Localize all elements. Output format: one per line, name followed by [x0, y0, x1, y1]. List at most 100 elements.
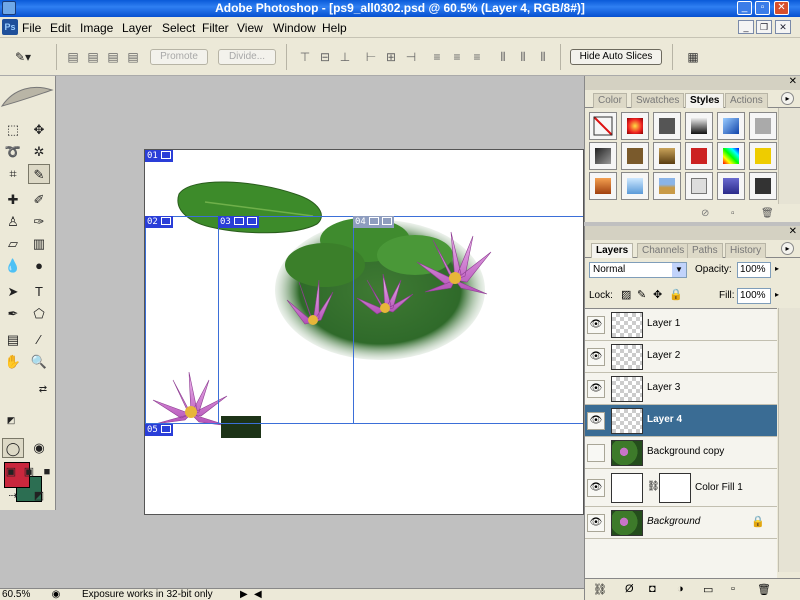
blend-mode-select[interactable]: Normal ▼ — [589, 262, 687, 278]
tab-styles[interactable]: Styles — [685, 93, 725, 108]
menu-image[interactable]: Image — [80, 21, 113, 35]
send-backward-icon[interactable]: ▤ — [104, 49, 122, 65]
distribute-top-icon[interactable]: ≡ — [428, 49, 446, 65]
palette-close-icon[interactable]: ✕ — [789, 226, 797, 237]
menu-file[interactable]: File — [22, 21, 41, 35]
feather-icon[interactable] — [0, 80, 54, 112]
adjustment-layer-icon[interactable]: ◑ — [677, 583, 684, 595]
slice-03-tag[interactable]: 03 — [218, 216, 259, 228]
tab-channels[interactable]: Channels — [637, 243, 690, 258]
layer-row[interactable]: 👁 ⛓ Color Fill 1 — [585, 469, 777, 507]
chain-link-icon[interactable]: ⛓ — [647, 481, 660, 492]
style-none[interactable] — [589, 112, 617, 140]
lasso-tool-icon[interactable]: ➰ — [2, 142, 24, 162]
zoom-level[interactable]: 60.5% — [2, 589, 30, 600]
slice-02-tag[interactable]: 02 — [145, 216, 173, 228]
layer-row[interactable]: · Background copy — [585, 437, 777, 469]
menu-edit[interactable]: Edit — [50, 21, 71, 35]
lock-transparency-icon[interactable]: ▨ — [621, 288, 631, 301]
jump-to-imageready-icon[interactable]: ⇢ — [2, 486, 24, 506]
layers-scrollbar[interactable] — [778, 308, 800, 572]
align-bottom-icon[interactable]: ⊥ — [336, 49, 354, 65]
doc-close-button[interactable]: ✕ — [775, 20, 791, 34]
layer-style-icon[interactable]: Ø — [625, 583, 634, 595]
history-brush-tool-icon[interactable]: ✑ — [28, 212, 50, 232]
menu-select[interactable]: Select — [162, 21, 195, 35]
style-swatch[interactable] — [621, 112, 649, 140]
menu-window[interactable]: Window — [273, 21, 316, 35]
shape-tool-icon[interactable]: ⬠ — [28, 304, 50, 324]
layer-mask-thumbnail[interactable] — [659, 473, 691, 503]
path-selection-tool-icon[interactable]: ➤ — [2, 282, 24, 302]
promote-button[interactable]: Promote — [150, 49, 208, 65]
clear-style-icon[interactable]: ⊘ — [701, 208, 709, 219]
jump-to-imageready-icon-2[interactable]: ◩ — [28, 486, 50, 506]
dodge-tool-icon[interactable]: ● — [28, 256, 50, 276]
fill-arrow-icon[interactable]: ▸ — [775, 290, 779, 299]
palette-menu-icon[interactable]: ▸ — [781, 242, 794, 255]
align-hcenter-icon[interactable]: ⊞ — [382, 49, 400, 65]
eyedropper-tool-icon[interactable]: ⁄ — [28, 330, 50, 350]
style-swatch[interactable] — [589, 172, 617, 200]
hand-tool-icon[interactable]: ✋ — [2, 352, 24, 372]
tab-actions[interactable]: Actions — [725, 93, 768, 108]
doc-restore-button[interactable]: ❐ — [756, 20, 772, 34]
distribute-bottom-icon[interactable]: ≡ — [468, 49, 486, 65]
layer-row[interactable]: 👁 Layer 1 — [585, 309, 777, 341]
style-swatch[interactable] — [717, 172, 745, 200]
style-swatch[interactable] — [685, 112, 713, 140]
clone-stamp-tool-icon[interactable]: ♙ — [2, 212, 24, 232]
layer-row[interactable]: 👁 Layer 2 — [585, 341, 777, 373]
lock-pixels-icon[interactable]: ✎ — [637, 288, 646, 301]
styles-scrollbar[interactable] — [778, 108, 800, 204]
visibility-eye-icon[interactable]: 👁 — [587, 316, 605, 334]
lock-all-icon[interactable]: 🔒 — [669, 288, 683, 301]
delete-layer-icon[interactable]: 🗑 — [757, 583, 771, 596]
menu-view[interactable]: View — [237, 21, 263, 35]
style-swatch[interactable] — [621, 142, 649, 170]
align-left-icon[interactable]: ⊢ — [362, 49, 380, 65]
style-swatch[interactable] — [653, 112, 681, 140]
zoom-tool-icon[interactable]: 🔍 — [28, 352, 50, 372]
palette-close-icon[interactable]: ✕ — [789, 76, 797, 87]
minimize-button[interactable]: _ — [737, 1, 752, 15]
visibility-eye-icon[interactable]: 👁 — [587, 514, 605, 532]
tab-color[interactable]: Color — [593, 93, 627, 108]
align-right-icon[interactable]: ⊣ — [402, 49, 420, 65]
distribute-right-icon[interactable]: ⦀ — [534, 49, 552, 65]
blur-tool-icon[interactable]: 💧 — [2, 256, 24, 276]
style-swatch[interactable] — [749, 142, 777, 170]
divide-button[interactable]: Divide... — [218, 49, 276, 65]
style-swatch[interactable] — [717, 112, 745, 140]
palette-menu-icon[interactable]: ▸ — [781, 92, 794, 105]
opacity-arrow-icon[interactable]: ▸ — [775, 264, 779, 273]
style-swatch[interactable] — [685, 142, 713, 170]
layer-row[interactable]: 👁 Layer 3 — [585, 373, 777, 405]
magic-wand-tool-icon[interactable]: ✲ — [28, 142, 50, 162]
tab-paths[interactable]: Paths — [687, 243, 723, 258]
document-icon[interactable]: Ps — [2, 19, 18, 35]
screen-mode-full-icon[interactable]: ■ — [36, 462, 58, 482]
crop-tool-icon[interactable]: ⌗ — [2, 164, 24, 184]
layer-row[interactable]: 👁 Background 🔒 — [585, 507, 777, 539]
status-options-icon[interactable]: ◉ — [48, 589, 64, 600]
slice-05-tag[interactable]: 05 — [145, 424, 173, 436]
visibility-eye-icon[interactable]: · — [587, 444, 605, 462]
layer-row-selected[interactable]: 👁 Layer 4 — [585, 405, 777, 437]
status-arrow-icon[interactable]: ▶ — [240, 589, 248, 600]
visibility-eye-icon[interactable]: 👁 — [587, 348, 605, 366]
visibility-eye-icon[interactable]: 👁 — [587, 380, 605, 398]
slice-select-tool-icon[interactable]: ✎▾ — [8, 49, 38, 65]
style-swatch[interactable] — [621, 172, 649, 200]
brush-tool-icon[interactable]: ✐ — [28, 190, 50, 210]
swap-colors-icon[interactable]: ⇄ — [32, 380, 54, 400]
link-layers-icon[interactable]: ⛓ — [593, 583, 607, 596]
align-top-icon[interactable]: ⊤ — [296, 49, 314, 65]
move-tool-icon[interactable]: ✥ — [28, 120, 50, 140]
slice-04-tag[interactable]: 04 — [353, 216, 394, 228]
style-swatch[interactable] — [749, 112, 777, 140]
slice-01-tag[interactable]: 01 — [145, 150, 173, 162]
visibility-eye-icon[interactable]: 👁 — [587, 412, 605, 430]
document-canvas[interactable]: 01 02 03 04 05 — [144, 149, 584, 515]
healing-brush-tool-icon[interactable]: ✚ — [2, 190, 24, 210]
